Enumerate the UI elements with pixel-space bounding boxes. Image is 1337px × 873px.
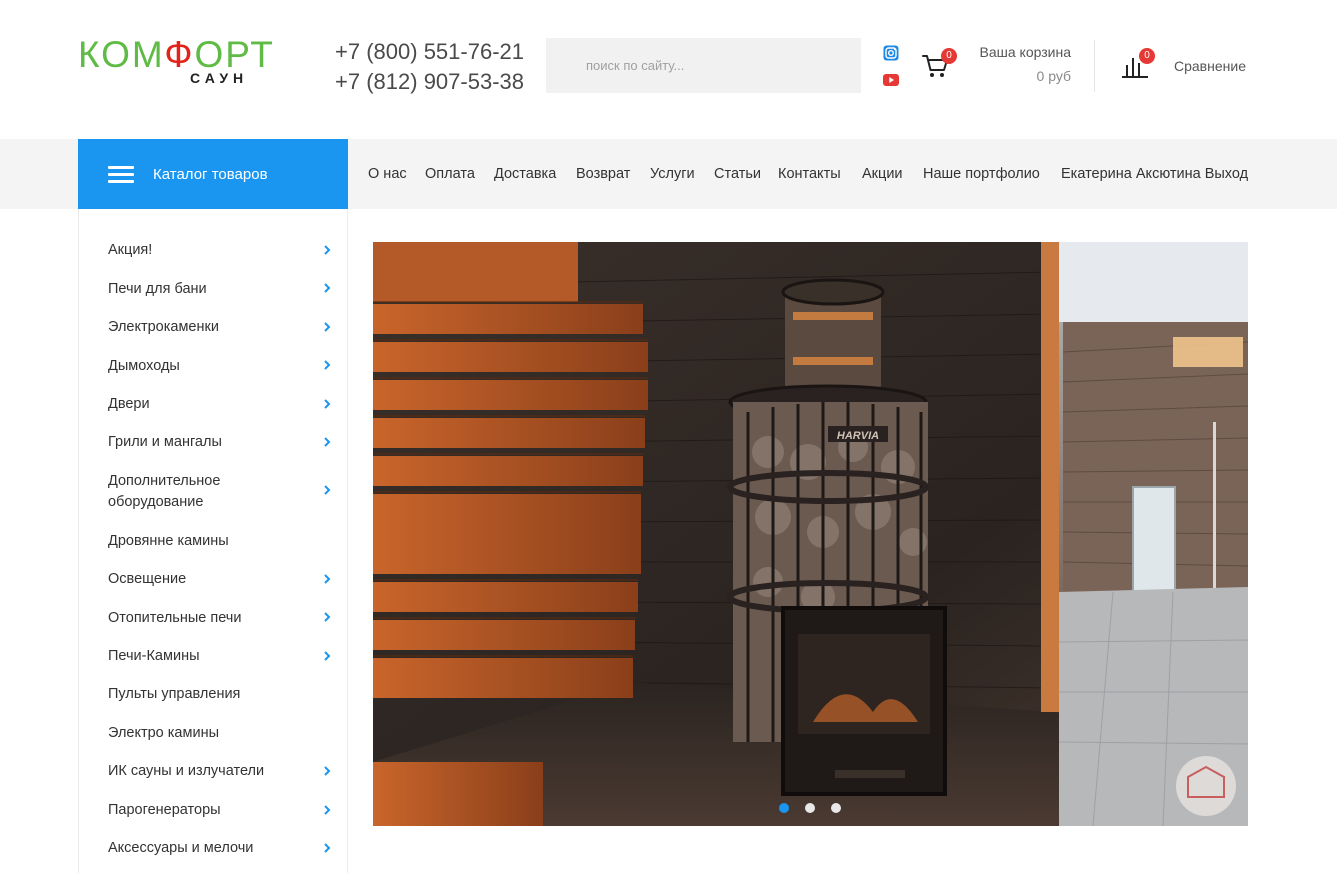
menu-icon xyxy=(108,166,134,184)
phone-1[interactable]: +7 (800) 551-76-21 xyxy=(322,37,524,67)
nav-item-promotions[interactable]: Акции xyxy=(862,166,903,182)
nav-item-articles[interactable]: Статьи xyxy=(714,166,761,182)
logo-text: КОМФОРТ xyxy=(78,34,275,75)
sidebar-item-ir-saunas[interactable]: ИК сауны и излучатели xyxy=(108,761,338,782)
phone-2[interactable]: +7 (812) 907-53-38 xyxy=(322,67,524,97)
sidebar-item-stove-fireplaces[interactable]: Печи-Камины xyxy=(108,646,338,667)
watermark-logo xyxy=(1176,756,1236,816)
chevron-right-icon[interactable] xyxy=(321,244,333,256)
sidebar-item-chimneys[interactable]: Дымоходы xyxy=(108,356,338,377)
slider-dot-3[interactable] xyxy=(831,803,841,813)
nav-item-portfolio[interactable]: Наше портфолио xyxy=(923,166,1040,182)
sidebar-item-promo[interactable]: Акция! xyxy=(108,240,338,261)
instagram-icon[interactable] xyxy=(883,45,899,61)
compare-count-badge: 0 xyxy=(1139,48,1155,64)
cart-count-badge: 0 xyxy=(941,48,957,64)
sidebar-item-doors[interactable]: Двери xyxy=(108,394,338,415)
sidebar-item-electric-fireplaces[interactable]: Электро камины xyxy=(108,723,338,744)
sidebar-item-control-panels[interactable]: Пульты управления xyxy=(108,684,338,705)
header-divider xyxy=(1094,40,1095,92)
logo[interactable]: КОМФОРТ САУН xyxy=(78,36,283,90)
cart-label[interactable]: Ваша корзина xyxy=(960,44,1072,60)
search-input[interactable] xyxy=(546,38,861,93)
nav-item-delivery[interactable]: Доставка xyxy=(494,166,556,182)
sidebar-item-lighting[interactable]: Освещение xyxy=(108,569,338,590)
nav-item-about[interactable]: О нас xyxy=(368,166,407,182)
chevron-right-icon[interactable] xyxy=(321,282,333,294)
slider-dot-1[interactable] xyxy=(779,803,789,813)
heater-brand-label: HARVIA xyxy=(837,430,879,442)
youtube-icon[interactable] xyxy=(883,72,899,88)
chevron-right-icon[interactable] xyxy=(321,398,333,410)
nav-item-payment[interactable]: Оплата xyxy=(425,166,475,182)
catalog-label: Каталог товаров xyxy=(153,166,268,183)
cart-total: 0 руб xyxy=(1036,68,1071,84)
sidebar-item-heating-stoves[interactable]: Отопительные печи xyxy=(108,608,338,629)
sidebar-item-extra-equipment[interactable]: Дополнительное оборудование xyxy=(108,471,278,513)
chevron-right-icon[interactable] xyxy=(321,573,333,585)
slider-dot-2[interactable] xyxy=(805,803,815,813)
logo-subtitle: САУН xyxy=(190,70,249,86)
chevron-right-icon[interactable] xyxy=(321,359,333,371)
chevron-right-icon[interactable] xyxy=(321,436,333,448)
slide-image-sauna: HARVIA xyxy=(373,242,1248,826)
sidebar-item-wood-fireplaces[interactable]: Дровянне камины xyxy=(108,531,338,552)
catalog-button[interactable]: Каталог товаров xyxy=(78,139,348,209)
nav-item-services[interactable]: Услуги xyxy=(650,166,695,182)
chevron-right-icon[interactable] xyxy=(321,484,333,496)
nav-item-contacts[interactable]: Контакты xyxy=(778,166,841,182)
compare-link[interactable]: Сравнение xyxy=(1174,58,1246,74)
chevron-right-icon[interactable] xyxy=(321,321,333,333)
nav-item-returns[interactable]: Возврат xyxy=(576,166,630,182)
site-header: КОМФОРТ САУН +7 (800) 551-76-21 +7 (812)… xyxy=(0,0,1337,139)
chevron-right-icon[interactable] xyxy=(321,842,333,854)
chevron-right-icon[interactable] xyxy=(321,765,333,777)
chevron-right-icon[interactable] xyxy=(321,804,333,816)
sidebar-item-steam-generators[interactable]: Парогенераторы xyxy=(108,800,338,821)
hero-slider[interactable]: HARVIA xyxy=(373,242,1248,826)
sidebar-item-accessories[interactable]: Аксессуары и мелочи xyxy=(108,838,338,859)
nav-item-user-logout[interactable]: Екатерина Аксютина Выход xyxy=(1061,166,1248,182)
chevron-right-icon[interactable] xyxy=(321,611,333,623)
phone-list: +7 (800) 551-76-21 +7 (812) 907-53-38 xyxy=(322,37,524,97)
chevron-right-icon[interactable] xyxy=(321,650,333,662)
sidebar-item-grills[interactable]: Грили и мангалы xyxy=(108,432,338,453)
sidebar-item-electric-heaters[interactable]: Электрокаменки xyxy=(108,317,338,338)
sidebar-item-bath-stoves[interactable]: Печи для бани xyxy=(108,279,338,300)
